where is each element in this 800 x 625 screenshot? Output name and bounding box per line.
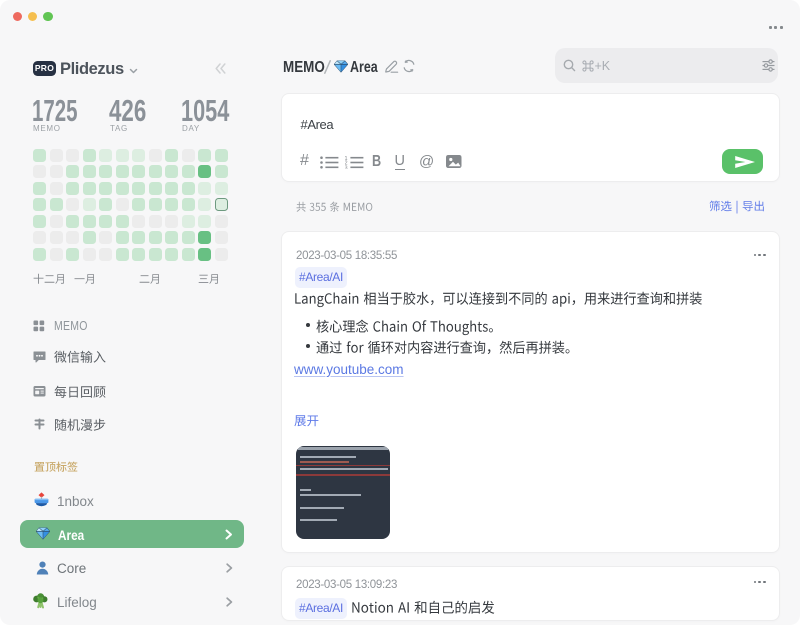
svg-text:3: 3	[345, 165, 348, 169]
